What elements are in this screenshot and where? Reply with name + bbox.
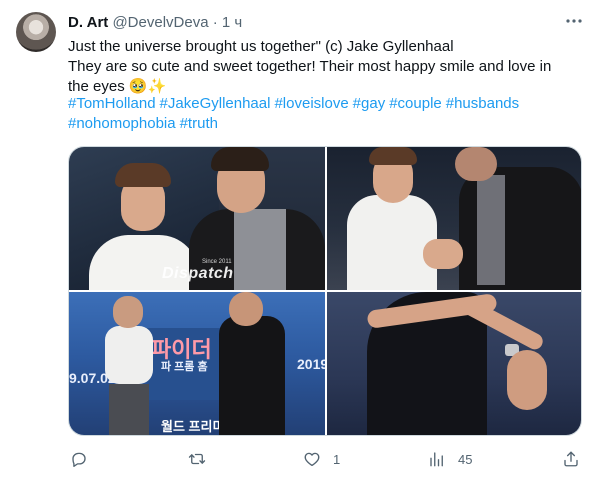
share-button[interactable] — [562, 449, 592, 469]
separator-dot: · — [212, 14, 218, 31]
media-photo-1[interactable]: Since 2011 Dispatch — [69, 147, 325, 290]
hashtag-list: #TomHolland #JakeGyllenhaal #loveislove #ga… — [68, 94, 568, 134]
media-photo-3[interactable]: 파이더 파 프롬 홈 9.07.02 2019 월드 프리미어 — [69, 292, 325, 435]
media-photo-4[interactable] — [327, 292, 581, 435]
views-count: 45 — [458, 451, 473, 467]
retweet-button[interactable] — [188, 449, 218, 469]
hashtag-link[interactable]: #TomHolland — [68, 95, 156, 112]
views-icon — [430, 452, 443, 467]
tweet[interactable]: D. Art @DevelvDeva · 1 ч Just the univer… — [0, 0, 598, 480]
reply-button[interactable] — [70, 449, 100, 469]
reply-icon — [72, 452, 86, 467]
media-photo-2[interactable] — [327, 147, 581, 290]
hashtag-link[interactable]: #husbands — [446, 95, 519, 112]
media-grid: Since 2011 Dispatch 파이더 파 프롬 홈 9.07.02 2… — [68, 146, 582, 436]
views-button[interactable]: 45 — [428, 449, 472, 469]
hashtag-link[interactable]: #nohomophobia — [68, 115, 176, 132]
hashtag-link[interactable]: #JakeGyllenhaal — [160, 95, 271, 112]
retweet-icon — [188, 453, 206, 465]
user-handle[interactable]: @DevelvDeva — [112, 14, 208, 31]
more-dots-icon[interactable] — [563, 12, 585, 34]
tweet-text: Just the universe brought us together" (… — [68, 38, 552, 95]
like-button[interactable]: 1 — [303, 449, 340, 469]
tweet-time[interactable]: 1 ч — [222, 14, 242, 31]
hashtag-link[interactable]: #couple — [389, 95, 442, 112]
tweet-header: D. Art @DevelvDeva · 1 ч — [68, 13, 242, 33]
share-icon — [564, 451, 578, 467]
action-bar: 1 45 — [68, 449, 582, 469]
watermark: Dispatch — [162, 265, 234, 282]
hashtag-link[interactable]: #gay — [353, 95, 386, 112]
hashtag-link[interactable]: #truth — [180, 115, 218, 132]
heart-icon — [304, 452, 320, 467]
display-name[interactable]: D. Art — [68, 14, 108, 31]
banner-year: 2019 — [297, 356, 325, 372]
hashtag-link[interactable]: #loveislove — [274, 95, 348, 112]
avatar[interactable] — [16, 12, 56, 52]
banner-subtext: 파 프롬 홈 — [161, 361, 208, 373]
like-count: 1 — [333, 451, 341, 467]
